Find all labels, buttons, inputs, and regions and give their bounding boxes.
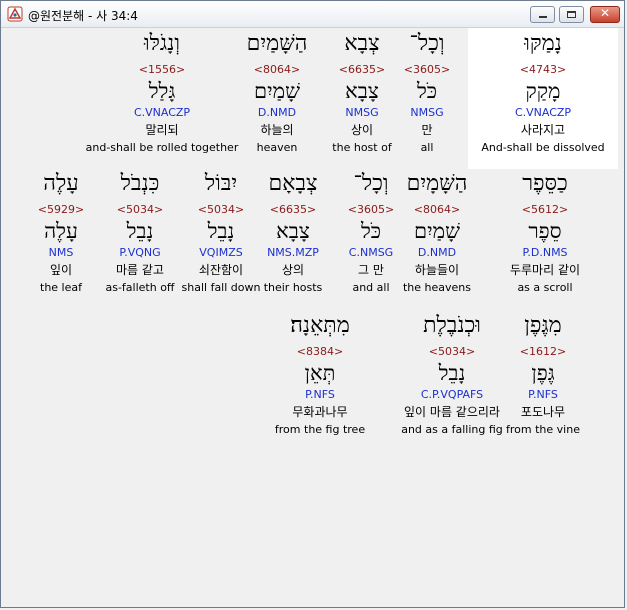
korean-gloss: 말리되 <box>145 123 179 137</box>
korean-gloss: 무화과나무 <box>292 405 348 419</box>
english-gloss: and-shall be rolled together <box>85 141 239 154</box>
title-bar[interactable]: @원전분해 - 사 34:4 ✕ <box>1 1 624 28</box>
hebrew-word: עָלֶה <box>43 171 79 196</box>
parsing-code: P.NFS <box>305 388 335 401</box>
english-gloss: the leaf <box>40 281 82 294</box>
close-icon: ✕ <box>599 6 611 20</box>
word-block[interactable]: וְנָגֹלּוּ <1556> גָּלַל C.VNACZP 말리되 and-sha… <box>82 30 242 156</box>
hebrew-word: מִתְּאֵנָה׃ <box>290 313 350 338</box>
hebrew-word: וְנָגֹלּוּ <box>144 31 180 56</box>
english-gloss: from the fig tree <box>274 423 366 436</box>
lemma-word: גָּלַל <box>148 79 176 103</box>
strongs-number: <5929> <box>37 203 85 216</box>
parsing-code: NMS <box>48 246 74 259</box>
maximize-button[interactable] <box>559 6 584 23</box>
window-title: @원전분해 - 사 34:4 <box>28 9 138 23</box>
minimize-button[interactable] <box>530 6 555 23</box>
app-window: @원전분해 - 사 34:4 ✕ נָמַקּוּ <4743> מָקַק C.VN… <box>0 0 625 608</box>
word-block[interactable]: עָלֶה <5929> עָלֶה NMS 잎이 the leaf <box>0 170 141 296</box>
minimize-icon <box>539 16 547 18</box>
strongs-number: <1556> <box>138 63 186 76</box>
strongs-number: <8384> <box>296 345 344 358</box>
app-icon <box>7 6 23 22</box>
lemma-word: תְּאֵן <box>304 361 336 385</box>
close-button[interactable]: ✕ <box>590 6 620 23</box>
maximize-icon <box>567 11 576 18</box>
korean-gloss: 잎이 <box>49 263 73 277</box>
word-analysis-panel: נָמַקּוּ <4743> מָקַק C.VNACZP 사라지고 And-shall… <box>9 28 618 603</box>
lemma-word: עָלֶה <box>44 219 78 243</box>
word-block[interactable]: מִתְּאֵנָה׃ <8384> תְּאֵן P.NFS 무화과나무 from th… <box>240 312 400 438</box>
parsing-code: C.VNACZP <box>133 106 191 119</box>
